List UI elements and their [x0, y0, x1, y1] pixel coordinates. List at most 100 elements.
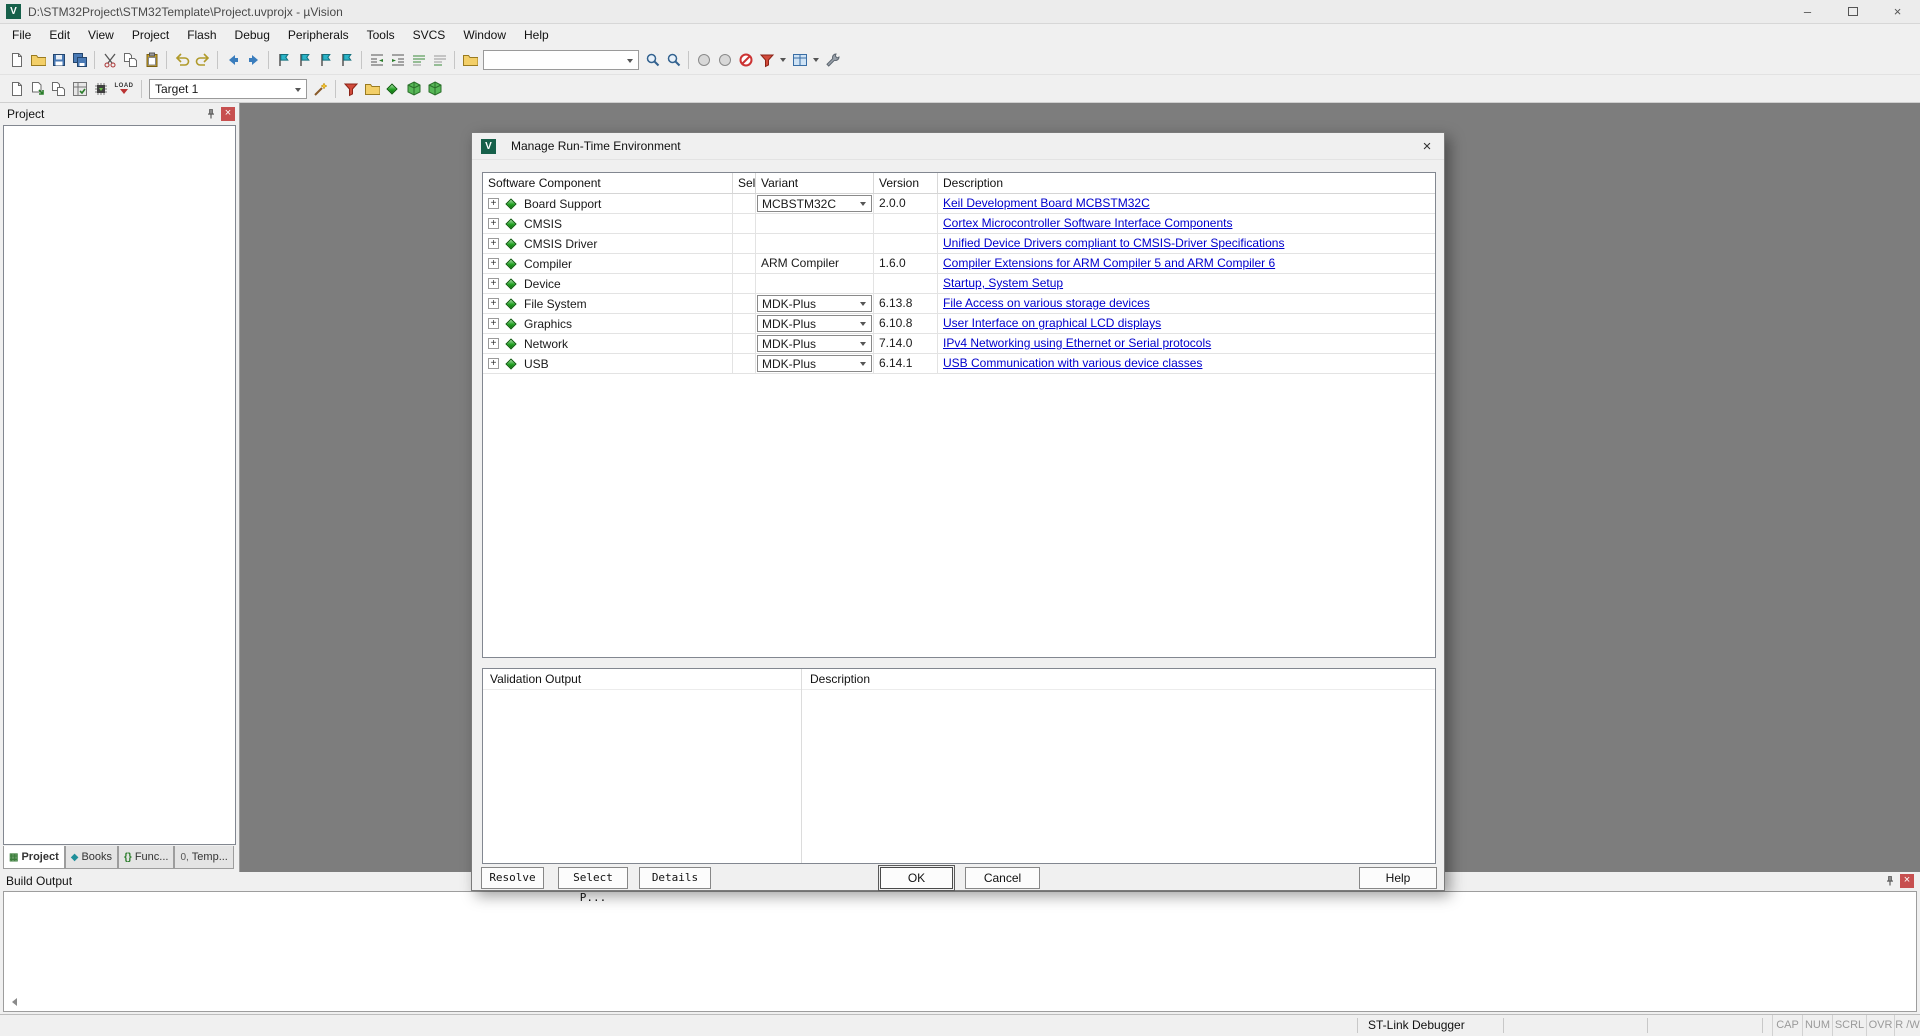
comment-selection-icon[interactable]	[408, 50, 429, 71]
disable-breakpoint-icon[interactable]	[714, 50, 735, 71]
save-icon[interactable]	[48, 50, 69, 71]
insert-bookmark-icon[interactable]	[273, 50, 294, 71]
indent-icon[interactable]	[387, 50, 408, 71]
chevron-down-icon[interactable]	[860, 362, 866, 366]
close-icon[interactable]: ×	[1900, 874, 1914, 888]
menu-help[interactable]: Help	[515, 24, 558, 46]
description-link[interactable]: USB Communication with various device cl…	[943, 356, 1202, 370]
variant-select[interactable]: MDK-Plus	[757, 335, 872, 352]
select-packs-button[interactable]: Select P...	[558, 867, 628, 889]
expand-icon[interactable]: +	[488, 298, 499, 309]
chevron-down-icon[interactable]	[860, 202, 866, 206]
manage-rte-icon[interactable]	[382, 78, 403, 99]
menu-edit[interactable]: Edit	[40, 24, 79, 46]
minimize-button[interactable]: –	[1785, 0, 1830, 24]
unindent-icon[interactable]	[366, 50, 387, 71]
download-flash-icon[interactable]	[90, 78, 111, 99]
description-link[interactable]: Unified Device Drivers compliant to CMSI…	[943, 236, 1284, 250]
chevron-down-icon[interactable]	[780, 58, 786, 62]
select-software-packs-icon[interactable]	[403, 78, 424, 99]
menu-file[interactable]: File	[3, 24, 40, 46]
maximize-button[interactable]	[1830, 0, 1875, 24]
build-target-icon[interactable]	[27, 78, 48, 99]
menu-window[interactable]: Window	[454, 24, 515, 46]
find-in-files-icon[interactable]	[459, 50, 480, 71]
ok-button[interactable]: OK	[880, 867, 953, 889]
variant-select[interactable]: MDK-Plus	[757, 295, 872, 312]
variant-select[interactable]: MCBSTM32C	[757, 195, 872, 212]
clear-bookmarks-icon[interactable]	[336, 50, 357, 71]
close-icon[interactable]: ×	[221, 107, 235, 121]
search-combobox[interactable]	[483, 50, 639, 70]
details-button[interactable]: Details	[639, 867, 711, 889]
search-input[interactable]	[489, 53, 620, 67]
configure-icon[interactable]	[822, 50, 843, 71]
dialog-close-icon[interactable]: ×	[1410, 133, 1444, 159]
description-link[interactable]: Cortex Microcontroller Software Interfac…	[943, 216, 1232, 230]
build-output-content[interactable]	[3, 891, 1917, 1012]
menu-tools[interactable]: Tools	[358, 24, 404, 46]
options-for-target-icon[interactable]	[310, 78, 331, 99]
cancel-button[interactable]: Cancel	[965, 867, 1040, 889]
chevron-down-icon[interactable]	[860, 322, 866, 326]
cut-icon[interactable]	[99, 50, 120, 71]
redo-icon[interactable]	[192, 50, 213, 71]
expand-icon[interactable]: +	[488, 358, 499, 369]
expand-icon[interactable]: +	[488, 318, 499, 329]
variant-select[interactable]: MDK-Plus	[757, 355, 872, 372]
description-link[interactable]: File Access on various storage devices	[943, 296, 1150, 310]
chevron-down-icon[interactable]	[813, 58, 819, 62]
expand-icon[interactable]: +	[488, 238, 499, 249]
translate-file-icon[interactable]	[6, 78, 27, 99]
rebuild-all-icon[interactable]	[48, 78, 69, 99]
chevron-down-icon[interactable]	[627, 59, 633, 63]
tab-books[interactable]: ◆ Books	[65, 846, 118, 869]
menu-flash[interactable]: Flash	[178, 24, 225, 46]
expand-icon[interactable]: +	[488, 258, 499, 269]
description-link[interactable]: User Interface on graphical LCD displays	[943, 316, 1161, 330]
variant-select[interactable]: MDK-Plus	[757, 315, 872, 332]
tab-project[interactable]: ▦ Project	[3, 846, 65, 869]
navigate-forward-icon[interactable]	[243, 50, 264, 71]
find-icon[interactable]	[642, 50, 663, 71]
expand-icon[interactable]: +	[488, 198, 499, 209]
tab-templates[interactable]: 0, Temp...	[174, 846, 233, 869]
menu-debug[interactable]: Debug	[226, 24, 279, 46]
description-link[interactable]: Keil Development Board MCBSTM32C	[943, 196, 1150, 210]
chevron-down-icon[interactable]	[860, 342, 866, 346]
expand-icon[interactable]: +	[488, 278, 499, 289]
kill-all-breakpoints-icon[interactable]	[735, 50, 756, 71]
tab-functions[interactable]: {} Func...	[118, 846, 174, 869]
description-link[interactable]: IPv4 Networking using Ethernet or Serial…	[943, 336, 1211, 350]
menu-project[interactable]: Project	[123, 24, 178, 46]
navigate-back-icon[interactable]	[222, 50, 243, 71]
scroll-left-button[interactable]	[6, 995, 22, 1009]
copy-icon[interactable]	[120, 50, 141, 71]
description-link[interactable]: Compiler Extensions for ARM Compiler 5 a…	[943, 256, 1275, 270]
target-select[interactable]: Target 1	[149, 79, 307, 99]
paste-icon[interactable]	[141, 50, 162, 71]
load-application-icon[interactable]: LOAD	[111, 78, 137, 99]
help-button[interactable]: Help	[1359, 867, 1437, 889]
expand-icon[interactable]: +	[488, 338, 499, 349]
menu-peripherals[interactable]: Peripherals	[279, 24, 358, 46]
window-layout-icon[interactable]	[789, 50, 810, 71]
chevron-down-icon[interactable]	[295, 88, 301, 92]
manage-project-items-icon[interactable]	[361, 78, 382, 99]
undo-icon[interactable]	[171, 50, 192, 71]
resolve-button[interactable]: Resolve	[481, 867, 544, 889]
insert-breakpoint-icon[interactable]	[693, 50, 714, 71]
pin-icon[interactable]	[1882, 874, 1897, 889]
incremental-find-icon[interactable]	[663, 50, 684, 71]
chevron-down-icon[interactable]	[860, 302, 866, 306]
uncomment-selection-icon[interactable]	[429, 50, 450, 71]
flash-download-icon[interactable]	[340, 78, 361, 99]
disable-all-breakpoints-icon[interactable]	[756, 50, 777, 71]
pin-icon[interactable]	[203, 106, 218, 121]
new-file-icon[interactable]	[6, 50, 27, 71]
project-tree[interactable]	[3, 125, 236, 845]
batch-build-icon[interactable]	[69, 78, 90, 99]
menu-view[interactable]: View	[79, 24, 123, 46]
close-button[interactable]: ×	[1875, 0, 1920, 24]
save-all-icon[interactable]	[69, 50, 90, 71]
